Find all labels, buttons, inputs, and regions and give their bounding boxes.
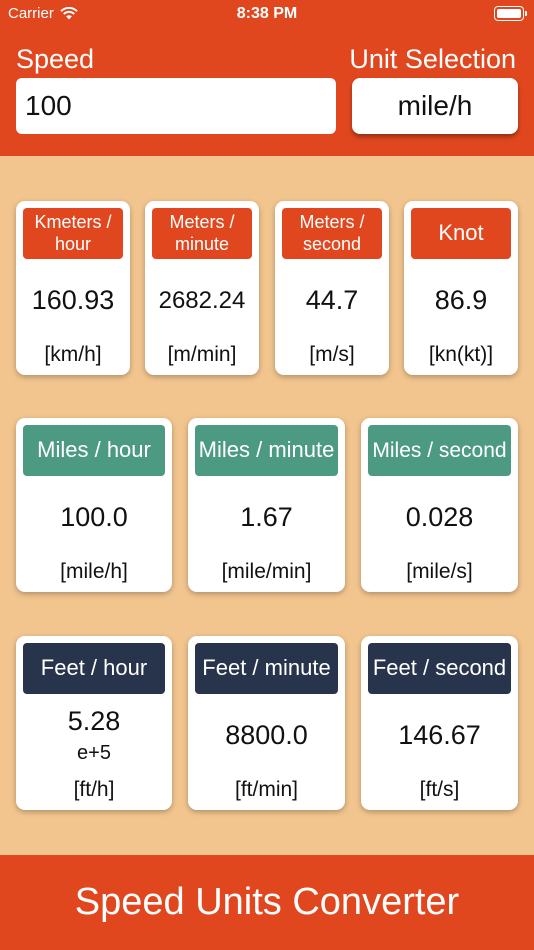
card-value-exponent: e+5 <box>77 742 111 764</box>
unit-selection-button[interactable]: mile/h <box>352 78 518 134</box>
card-unit: [m/s] <box>309 343 355 366</box>
card-title: Feet / minute <box>195 643 338 694</box>
card-unit: [km/h] <box>44 343 102 366</box>
card-value: 44.7 <box>305 285 359 315</box>
card-title: Meters / second <box>282 208 382 259</box>
card-title: Miles / hour <box>23 425 165 476</box>
card-title: Miles / second <box>368 425 511 476</box>
unit-selection-label: Unit Selection <box>349 44 516 74</box>
card-meters-minute: Meters / minute 2682.24 [m/min] <box>145 201 259 375</box>
card-feet-second: Feet / second 146.67 [ft/s] <box>361 636 518 810</box>
card-knot: Knot 86.9 [kn(kt)] <box>404 201 518 375</box>
card-unit: [m/min] <box>167 343 237 366</box>
card-unit: [kn(kt)] <box>428 343 494 366</box>
card-title: Kmeters / hour <box>23 208 123 259</box>
card-miles-hour: Miles / hour 100.0 [mile/h] <box>16 418 172 592</box>
card-value: 1.67 <box>240 502 293 532</box>
card-title: Miles / minute <box>195 425 338 476</box>
card-title: Feet / hour <box>23 643 165 694</box>
card-value: 0.028 <box>405 502 474 532</box>
card-feet-hour: Feet / hour 5.28 e+5 [ft/h] <box>16 636 172 810</box>
card-title: Feet / second <box>368 643 511 694</box>
battery-icon <box>494 6 527 21</box>
card-title: Knot <box>411 208 511 259</box>
card-feet-minute: Feet / minute 8800.0 [ft/min] <box>188 636 345 810</box>
card-unit: [mile/h] <box>60 560 128 583</box>
header-bar: Carrier 8:38 PM Speed Unit Selection mil… <box>0 0 534 156</box>
card-miles-minute: Miles / minute 1.67 [mile/min] <box>188 418 345 592</box>
card-value: 100.0 <box>60 502 128 532</box>
card-unit: [ft/s] <box>419 778 460 801</box>
speed-label: Speed <box>16 44 95 74</box>
footer-title: Speed Units Converter <box>0 855 534 950</box>
card-value: 146.67 <box>398 720 481 750</box>
card-kmeters-hour: Kmeters / hour 160.93 [km/h] <box>16 201 130 375</box>
card-unit: [ft/min] <box>234 778 298 801</box>
card-unit: [ft/h] <box>73 778 115 801</box>
status-bar: Carrier 8:38 PM <box>0 0 534 28</box>
card-value: 5.28 <box>67 706 121 736</box>
card-title: Meters / minute <box>152 208 252 259</box>
card-value: 8800.0 <box>225 720 308 750</box>
status-time: 8:38 PM <box>236 5 298 22</box>
card-value: 86.9 <box>434 285 488 315</box>
card-value: 160.93 <box>31 285 115 315</box>
card-value: 2682.24 <box>158 287 246 314</box>
card-unit: [mile/s] <box>406 560 473 583</box>
card-meters-second: Meters / second 44.7 [m/s] <box>275 201 389 375</box>
speed-input[interactable] <box>16 78 336 134</box>
card-miles-second: Miles / second 0.028 [mile/s] <box>361 418 518 592</box>
card-unit: [mile/min] <box>221 560 312 583</box>
